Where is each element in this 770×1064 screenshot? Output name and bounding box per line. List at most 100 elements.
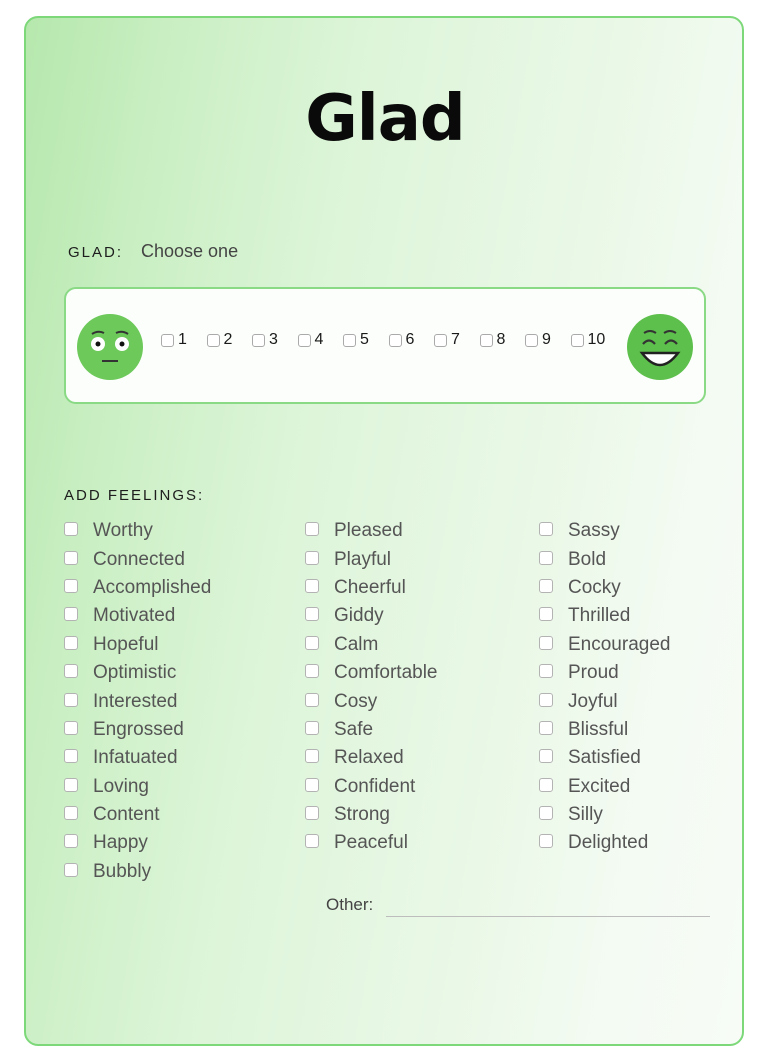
feeling-checkbox[interactable] <box>305 806 319 821</box>
feeling-checkbox[interactable] <box>305 578 319 593</box>
feeling-item[interactable]: Optimistic <box>64 659 211 687</box>
feeling-checkbox[interactable] <box>539 578 553 593</box>
feeling-item[interactable]: Cocky <box>539 574 670 602</box>
feeling-item[interactable]: Cheerful <box>305 574 438 602</box>
feeling-checkbox[interactable] <box>539 749 553 764</box>
feeling-checkbox[interactable] <box>539 607 553 622</box>
scale-option[interactable]: 2 <box>206 331 253 349</box>
feeling-item[interactable]: Peaceful <box>305 829 438 857</box>
scale-checkbox[interactable] <box>479 333 493 347</box>
feeling-item[interactable]: Bold <box>539 545 670 573</box>
feeling-item[interactable]: Strong <box>305 801 438 829</box>
feeling-checkbox[interactable] <box>539 635 553 650</box>
feeling-item[interactable]: Motivated <box>64 602 211 630</box>
feeling-checkbox[interactable] <box>64 749 78 764</box>
scale-checkbox[interactable] <box>343 333 356 347</box>
feeling-checkbox[interactable] <box>539 692 553 707</box>
feeling-item[interactable]: Engrossed <box>64 716 211 744</box>
feeling-checkbox[interactable] <box>64 862 78 877</box>
feeling-checkbox[interactable] <box>305 522 319 537</box>
feeling-label: Cocky <box>568 576 621 598</box>
feeling-item[interactable]: Silly <box>539 801 670 829</box>
feeling-item[interactable]: Giddy <box>305 602 438 630</box>
feeling-checkbox[interactable] <box>539 777 553 792</box>
feeling-checkbox[interactable] <box>305 834 319 849</box>
feeling-item[interactable]: Calm <box>305 631 438 659</box>
feeling-item[interactable]: Playful <box>305 545 438 573</box>
feeling-checkbox[interactable] <box>305 607 319 622</box>
feeling-item[interactable]: Relaxed <box>305 744 438 772</box>
scale-option[interactable]: 1 <box>161 331 207 349</box>
feeling-checkbox[interactable] <box>539 834 553 849</box>
feeling-item[interactable]: Excited <box>539 773 670 801</box>
feeling-label: Silly <box>568 804 603 826</box>
feeling-item[interactable]: Cosy <box>305 687 438 715</box>
feeling-item[interactable]: Loving <box>64 773 211 801</box>
feeling-item[interactable]: Hopeful <box>64 631 211 659</box>
feeling-item[interactable]: Interested <box>64 687 211 715</box>
scale-option[interactable]: 5 <box>343 331 389 349</box>
feeling-checkbox[interactable] <box>539 522 553 537</box>
feeling-checkbox[interactable] <box>64 806 78 821</box>
scale-option[interactable]: 4 <box>297 331 344 349</box>
scale-checkbox[interactable] <box>570 333 584 347</box>
scale-checkbox[interactable] <box>206 333 220 347</box>
scale-checkbox[interactable] <box>297 333 311 347</box>
scale-option[interactable]: 6 <box>388 331 435 349</box>
scale-checkbox[interactable] <box>388 333 402 347</box>
feeling-checkbox[interactable] <box>64 664 78 679</box>
feeling-checkbox[interactable] <box>305 720 319 735</box>
feeling-item[interactable]: Comfortable <box>305 659 438 687</box>
feeling-checkbox[interactable] <box>539 550 553 565</box>
other-input[interactable] <box>386 894 714 918</box>
scale-option[interactable]: 8 <box>479 331 526 349</box>
feeling-item[interactable]: Delighted <box>539 829 670 857</box>
feeling-item[interactable]: Worthy <box>64 517 211 545</box>
feeling-item[interactable]: Thrilled <box>539 602 670 630</box>
feeling-item[interactable]: Content <box>64 801 211 829</box>
feeling-item[interactable]: Sassy <box>539 517 670 545</box>
feeling-checkbox[interactable] <box>64 692 78 707</box>
feeling-item[interactable]: Safe <box>305 716 438 744</box>
feeling-checkbox[interactable] <box>305 550 319 565</box>
feeling-checkbox[interactable] <box>64 550 78 565</box>
feeling-checkbox[interactable] <box>305 692 319 707</box>
feeling-checkbox[interactable] <box>64 635 78 650</box>
feeling-label: Safe <box>334 718 374 740</box>
feeling-item[interactable]: Satisfied <box>539 744 670 772</box>
feeling-item[interactable]: Proud <box>539 659 670 687</box>
feeling-checkbox[interactable] <box>64 720 78 735</box>
feeling-checkbox[interactable] <box>64 522 78 537</box>
feeling-item[interactable]: Connected <box>64 545 211 573</box>
feeling-checkbox[interactable] <box>305 749 319 764</box>
feeling-item[interactable]: Blissful <box>539 716 670 744</box>
feeling-checkbox[interactable] <box>64 777 78 792</box>
scale-checkbox[interactable] <box>525 333 538 347</box>
feeling-item[interactable]: Joyful <box>539 687 670 715</box>
feeling-checkbox[interactable] <box>539 806 553 821</box>
feeling-checkbox[interactable] <box>64 607 78 622</box>
feeling-item[interactable]: Pleased <box>305 517 438 545</box>
scale-checkbox[interactable] <box>434 333 447 347</box>
feeling-label: Hopeful <box>93 633 159 655</box>
feeling-checkbox[interactable] <box>539 664 553 679</box>
feeling-checkbox[interactable] <box>539 720 553 735</box>
feeling-item[interactable]: Infatuated <box>64 744 211 772</box>
feeling-checkbox[interactable] <box>64 578 78 593</box>
feeling-checkbox[interactable] <box>305 777 319 792</box>
feeling-item[interactable]: Accomplished <box>64 574 211 602</box>
feeling-checkbox[interactable] <box>305 664 319 679</box>
feeling-item[interactable]: Bubbly <box>64 858 211 886</box>
feeling-label: Comfortable <box>334 662 438 684</box>
feeling-item[interactable]: Happy <box>64 829 211 857</box>
scale-option[interactable]: 9 <box>525 331 571 349</box>
feeling-item[interactable]: Confident <box>305 773 438 801</box>
feeling-item[interactable]: Encouraged <box>539 631 670 659</box>
scale-option[interactable]: 10 <box>570 331 617 349</box>
scale-option[interactable]: 3 <box>252 331 298 349</box>
feeling-checkbox[interactable] <box>64 834 78 849</box>
scale-checkbox[interactable] <box>252 333 265 347</box>
scale-option[interactable]: 7 <box>434 331 480 349</box>
scale-checkbox[interactable] <box>161 333 174 347</box>
feeling-checkbox[interactable] <box>305 635 319 650</box>
